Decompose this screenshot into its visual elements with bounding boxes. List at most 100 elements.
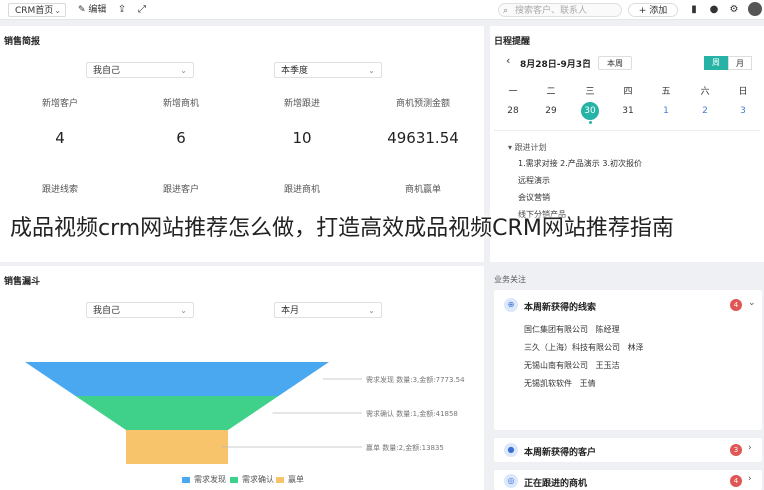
view-week-tab[interactable]: 周 [704, 56, 728, 70]
funnel-stage-label: 需求确认 数量:1,金额:41858 [366, 409, 458, 418]
stat-value[interactable]: 4 [0, 129, 120, 147]
funnel-stage[interactable] [126, 430, 228, 464]
search-input[interactable]: ⌕ 搜索客户、联系人 [498, 3, 622, 17]
chevron-down-icon[interactable]: ⌄ [748, 298, 756, 308]
bell-icon[interactable]: ● [708, 3, 720, 17]
schedule-item[interactable]: 远程演示 [518, 175, 550, 186]
legend-swatch [276, 476, 284, 483]
card-title: 正在跟进的商机 [524, 479, 588, 489]
customer-icon: ● [504, 443, 518, 457]
caret-down-icon: ▾ [508, 143, 513, 152]
contact-name: 林泽 [627, 343, 644, 352]
sales-funnel-panel: 销售漏斗 我自己 ⌄ 本月 ⌄ 需求发现 数量:3,金额:7773.54 需求确认… [0, 266, 484, 490]
schedule-item[interactable]: 1.需求对接 2.产品演示 3.初次报价 [518, 158, 642, 169]
company-name: 无锡山南有限公司 [524, 361, 588, 370]
period-select[interactable]: 本季度 ⌄ [274, 62, 382, 78]
chevron-down-icon: ⌄ [180, 66, 187, 75]
legend-label: 赢单 [288, 475, 304, 484]
stat-label: 跟进商机 [283, 185, 320, 195]
weekday-label: 六 [700, 87, 710, 97]
weekday-label: 一 [508, 87, 518, 97]
panel-title: 销售简报 [4, 37, 41, 47]
stat-label: 新增商机 [162, 99, 199, 109]
schedule-group-label: 跟进计划 [514, 143, 547, 152]
top-bar: CRM首页 ⌄ ✎ 编辑 ⇪ ⤢ ⌕ 搜索客户、联系人 + 添加 ▮ ● ⚙ [0, 0, 764, 20]
divider [494, 130, 760, 131]
funnel-stage[interactable] [25, 362, 329, 396]
calendar-day[interactable]: 29 [536, 106, 566, 116]
weekday-label: 四 [623, 87, 633, 97]
share-icon[interactable]: ⇪ [116, 3, 128, 17]
pencil-icon: ✎ [78, 5, 86, 15]
weekday-label: 日 [738, 87, 748, 97]
calendar-day[interactable]: 31 [613, 106, 643, 116]
list-item[interactable]: 无锡凯软软件 王倩 [524, 378, 596, 389]
add-button[interactable]: + 添加 [628, 3, 678, 17]
schedule-group[interactable]: ▾ 跟进计划 [508, 142, 547, 153]
count-badge: 4 [730, 475, 742, 487]
scope-select[interactable]: 我自己 ⌄ [86, 62, 194, 78]
new-customers-card[interactable]: ● 本周新获得的客户 3 › [494, 438, 762, 462]
count-badge: 4 [730, 299, 742, 311]
search-icon: ⌕ [503, 6, 509, 16]
card-title: 本周新获得的客户 [524, 448, 597, 458]
legend-item[interactable]: 需求确认 [230, 474, 274, 485]
contact-name: 陈经理 [595, 325, 620, 334]
chevron-left-icon[interactable]: ‹ [506, 54, 510, 67]
business-follow-panel: 业务关注 ⊕ 本周新获得的线索 4 ⌄ 国仁集团有限公司 陈经理 三久（上海）科… [490, 266, 764, 490]
new-leads-card: ⊕ 本周新获得的线索 4 ⌄ 国仁集团有限公司 陈经理 三久（上海）科技有限公司… [494, 290, 762, 430]
following-opportunities-card[interactable]: ◎ 正在跟进的商机 4 › [494, 470, 762, 490]
period-select-value: 本季度 [281, 66, 309, 76]
view-month-tab[interactable]: 月 [728, 56, 752, 70]
this-week-button[interactable]: 本周 [598, 56, 632, 70]
stat-value[interactable]: 6 [121, 129, 241, 147]
chevron-right-icon: › [748, 443, 752, 453]
edit-button[interactable]: ✎ 编辑 [78, 3, 106, 17]
calendar-day[interactable]: 1 [651, 106, 681, 116]
stat-label: 新增跟进 [283, 99, 320, 109]
search-placeholder: 搜索客户、联系人 [515, 6, 588, 16]
legend-swatch [230, 476, 238, 483]
legend-label: 需求确认 [242, 475, 274, 484]
schedule-item[interactable]: 会议营销 [518, 192, 550, 203]
list-item[interactable]: 三久（上海）科技有限公司 林泽 [524, 342, 644, 353]
edit-label: 编辑 [88, 5, 107, 15]
calendar-day-today[interactable]: 30 [581, 102, 599, 120]
legend-item[interactable]: 需求发现 [182, 474, 226, 485]
book-icon[interactable]: ▮ [688, 3, 700, 17]
calendar-day[interactable]: 28 [498, 106, 528, 116]
overlay-caption: 成品视频crm网站推荐怎么做，打造高效成品视频CRM网站推荐指南 [10, 216, 674, 241]
target-icon: ◎ [504, 474, 518, 488]
lead-icon: ⊕ [504, 298, 518, 312]
weekday-label: 五 [661, 87, 671, 97]
stat-label: 跟进客户 [162, 185, 199, 195]
legend-item[interactable]: 赢单 [276, 474, 304, 485]
list-item[interactable]: 国仁集团有限公司 陈经理 [524, 324, 620, 335]
list-item[interactable]: 无锡山南有限公司 王玉洁 [524, 360, 620, 371]
contact-name: 王玉洁 [595, 361, 620, 370]
weekday-label: 三 [585, 87, 595, 97]
add-label: 添加 [649, 6, 668, 16]
date-range: 8月28日-9月3日 [520, 60, 592, 70]
funnel-chart: 需求发现 数量:3,金额:7773.54 需求确认 数量:1,金额:41858 赢单… [25, 362, 465, 464]
chevron-down-icon: ⌄ [54, 6, 61, 15]
plus-icon: + [638, 6, 647, 16]
chevron-right-icon[interactable]: › [584, 54, 588, 67]
company-name: 无锡凯软软件 [524, 379, 572, 388]
card-title[interactable]: 本周新获得的线索 [524, 300, 596, 313]
weekday-label: 二 [546, 87, 556, 97]
calendar-day[interactable]: 2 [690, 106, 720, 116]
funnel-stage[interactable] [75, 396, 279, 430]
contact-name: 王倩 [579, 379, 596, 388]
funnel-stage-label: 需求发现 数量:3,金额:7773.54 [366, 375, 465, 384]
stat-value[interactable]: 49631.54 [363, 129, 483, 147]
stat-label: 跟进线索 [41, 185, 78, 195]
settings-icon[interactable]: ⚙ [728, 3, 740, 17]
avatar[interactable] [748, 2, 762, 16]
chevron-down-icon: ⌄ [368, 66, 375, 75]
fullscreen-icon[interactable]: ⤢ [136, 3, 148, 17]
stat-value[interactable]: 10 [242, 129, 362, 147]
calendar-day[interactable]: 3 [728, 106, 758, 116]
legend-swatch [182, 476, 190, 483]
module-select[interactable]: CRM首页 ⌄ [8, 3, 66, 17]
